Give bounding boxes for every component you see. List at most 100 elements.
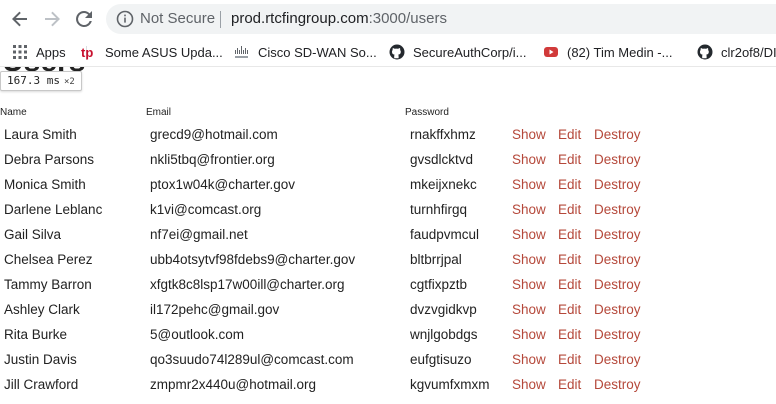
user-password-cell: faudpvmcul bbox=[410, 227, 480, 242]
user-password-cell: wnjlgobdgs bbox=[410, 327, 478, 342]
github-icon bbox=[697, 44, 713, 60]
table-row: Gail Silva nf7ei@gmail.net faudpvmcul Show E… bbox=[0, 223, 776, 248]
user-email-cell: il172pehc@gmail.gov bbox=[150, 302, 280, 317]
user-email-cell: qo3suudo74l289ul@comcast.com bbox=[150, 352, 354, 367]
user-name-cell: Jill Crawford bbox=[4, 377, 79, 392]
destroy-link[interactable]: Destroy bbox=[594, 277, 641, 292]
security-status-label: Not Secure bbox=[140, 10, 216, 27]
user-name-cell: Laura Smith bbox=[4, 127, 77, 142]
user-email-cell: nf7ei@gmail.net bbox=[150, 227, 248, 242]
url-host: prod.rtcfingroup.com bbox=[231, 10, 369, 27]
edit-link[interactable]: Edit bbox=[558, 152, 581, 167]
table-row: Justin Davis qo3suudo74l289ul@comcast.com… bbox=[0, 348, 776, 373]
bookmark-secureauthcorp[interactable]: SecureAuthCorp/i... bbox=[389, 42, 526, 62]
user-email-cell: ptox1w04k@charter.gov bbox=[150, 177, 296, 192]
user-name-cell: Gail Silva bbox=[4, 227, 62, 242]
tp-logo-icon: tp bbox=[81, 44, 97, 60]
show-link[interactable]: Show bbox=[512, 127, 546, 142]
bookmarks-bar: Apps tp Some ASUS Upda... Cisco SD-WAN S… bbox=[0, 38, 776, 66]
show-link[interactable]: Show bbox=[512, 327, 546, 342]
user-password-cell: cgtfixpztb bbox=[410, 277, 468, 292]
edit-link[interactable]: Edit bbox=[558, 277, 581, 292]
table-row: Debra Parsons nkli5tbq@frontier.org gvsdlc… bbox=[0, 148, 776, 173]
table-row: Darlene Leblanc k1vi@comcast.org turnhfirg… bbox=[0, 198, 776, 223]
edit-link[interactable]: Edit bbox=[558, 377, 581, 392]
destroy-link[interactable]: Destroy bbox=[594, 227, 641, 242]
edit-link[interactable]: Edit bbox=[558, 127, 581, 142]
table-row: Tammy Barron xfgtk8c8lsp17w00ill@charter.… bbox=[0, 273, 776, 298]
omnibox-divider bbox=[220, 11, 221, 28]
user-password-cell: rnakffxhmz bbox=[410, 127, 476, 142]
url-text[interactable]: prod.rtcfingroup.com:3000/users bbox=[231, 10, 447, 27]
youtube-icon bbox=[543, 44, 559, 60]
edit-link[interactable]: Edit bbox=[558, 352, 581, 367]
user-name-cell: Darlene Leblanc bbox=[4, 202, 103, 217]
url-path: :3000/users bbox=[368, 10, 447, 27]
user-name-cell: Monica Smith bbox=[4, 177, 86, 192]
destroy-link[interactable]: Destroy bbox=[594, 327, 641, 342]
perf-multiplier: ×2 bbox=[63, 77, 75, 87]
bookmark-label: Cisco SD-WAN So... bbox=[258, 44, 377, 60]
show-link[interactable]: Show bbox=[512, 302, 546, 317]
forward-arrow-icon[interactable] bbox=[40, 7, 64, 31]
show-link[interactable]: Show bbox=[512, 377, 546, 392]
user-email-cell: ubb4otsytvf98fdebs9@charter.gov bbox=[150, 252, 356, 267]
show-link[interactable]: Show bbox=[512, 352, 546, 367]
user-password-cell: kgvumfxmxm bbox=[410, 377, 490, 392]
bookmark-cisco-sdwan[interactable]: Cisco SD-WAN So... bbox=[234, 42, 377, 62]
bookmark-clr2of8[interactable]: clr2of8/DI bbox=[697, 42, 776, 62]
user-email-cell: 5@outlook.com bbox=[150, 327, 244, 342]
table-row: Monica Smith ptox1w04k@charter.gov mkeijxn… bbox=[0, 173, 776, 198]
bookmark-apps[interactable]: Apps bbox=[12, 42, 66, 62]
browser-toolbar: Not Secure prod.rtcfingroup.com:3000/use… bbox=[0, 0, 776, 38]
edit-link[interactable]: Edit bbox=[558, 252, 581, 267]
perf-time: 167.3 ms bbox=[7, 74, 60, 87]
edit-link[interactable]: Edit bbox=[558, 327, 581, 342]
table-row: Rita Burke 5@outlook.com wnjlgobdgs Show Edi… bbox=[0, 323, 776, 348]
user-email-cell: k1vi@comcast.org bbox=[150, 202, 262, 217]
user-password-cell: gvsdlcktvd bbox=[410, 152, 474, 167]
github-icon bbox=[389, 44, 405, 60]
bookmark-label: Some ASUS Upda... bbox=[105, 44, 223, 60]
destroy-link[interactable]: Destroy bbox=[594, 202, 641, 217]
table-row: Ashley Clark il172pehc@gmail.gov dvzvgidkv… bbox=[0, 298, 776, 323]
show-link[interactable]: Show bbox=[512, 277, 546, 292]
users-table: Laura Smith grecd9@hotmail.com rnakffxhmz S… bbox=[0, 123, 776, 398]
address-bar[interactable]: Not Secure prod.rtcfingroup.com:3000/use… bbox=[106, 4, 776, 34]
user-name-cell: Debra Parsons bbox=[4, 152, 95, 167]
edit-link[interactable]: Edit bbox=[558, 227, 581, 242]
bookmark-label: SecureAuthCorp/i... bbox=[413, 44, 527, 60]
table-row: Chelsea Perez ubb4otsytvf98fdebs9@charter… bbox=[0, 248, 776, 273]
info-icon[interactable] bbox=[116, 10, 134, 28]
show-link[interactable]: Show bbox=[512, 202, 546, 217]
table-row: Jill Crawford zmpmr2x440u@hotmail.org kgvu… bbox=[0, 373, 776, 398]
destroy-link[interactable]: Destroy bbox=[594, 377, 641, 392]
edit-link[interactable]: Edit bbox=[558, 202, 581, 217]
bookmark-tim-medin[interactable]: (82) Tim Medin -... bbox=[543, 42, 672, 62]
destroy-link[interactable]: Destroy bbox=[594, 127, 641, 142]
destroy-link[interactable]: Destroy bbox=[594, 177, 641, 192]
destroy-link[interactable]: Destroy bbox=[594, 152, 641, 167]
show-link[interactable]: Show bbox=[512, 227, 546, 242]
bookmark-label: Apps bbox=[36, 44, 66, 60]
edit-link[interactable]: Edit bbox=[558, 302, 581, 317]
reload-icon[interactable] bbox=[72, 7, 96, 31]
show-link[interactable]: Show bbox=[512, 152, 546, 167]
user-name-cell: Justin Davis bbox=[4, 352, 77, 367]
column-header-name: Name bbox=[0, 107, 27, 118]
bookmark-asus-updates[interactable]: tp Some ASUS Upda... bbox=[81, 42, 223, 62]
destroy-link[interactable]: Destroy bbox=[594, 302, 641, 317]
destroy-link[interactable]: Destroy bbox=[594, 252, 641, 267]
table-row: Laura Smith grecd9@hotmail.com rnakffxhmz S… bbox=[0, 123, 776, 148]
column-header-password: Password bbox=[405, 107, 449, 118]
page-content: Users 167.3 ms×2 Name Email Password Lau… bbox=[0, 66, 776, 404]
user-name-cell: Chelsea Perez bbox=[4, 252, 93, 267]
back-arrow-icon[interactable] bbox=[8, 7, 32, 31]
user-password-cell: bltbrrjpal bbox=[410, 252, 462, 267]
show-link[interactable]: Show bbox=[512, 252, 546, 267]
user-email-cell: nkli5tbq@frontier.org bbox=[150, 152, 275, 167]
user-email-cell: xfgtk8c8lsp17w00ill@charter.org bbox=[150, 277, 345, 292]
edit-link[interactable]: Edit bbox=[558, 177, 581, 192]
destroy-link[interactable]: Destroy bbox=[594, 352, 641, 367]
show-link[interactable]: Show bbox=[512, 177, 546, 192]
